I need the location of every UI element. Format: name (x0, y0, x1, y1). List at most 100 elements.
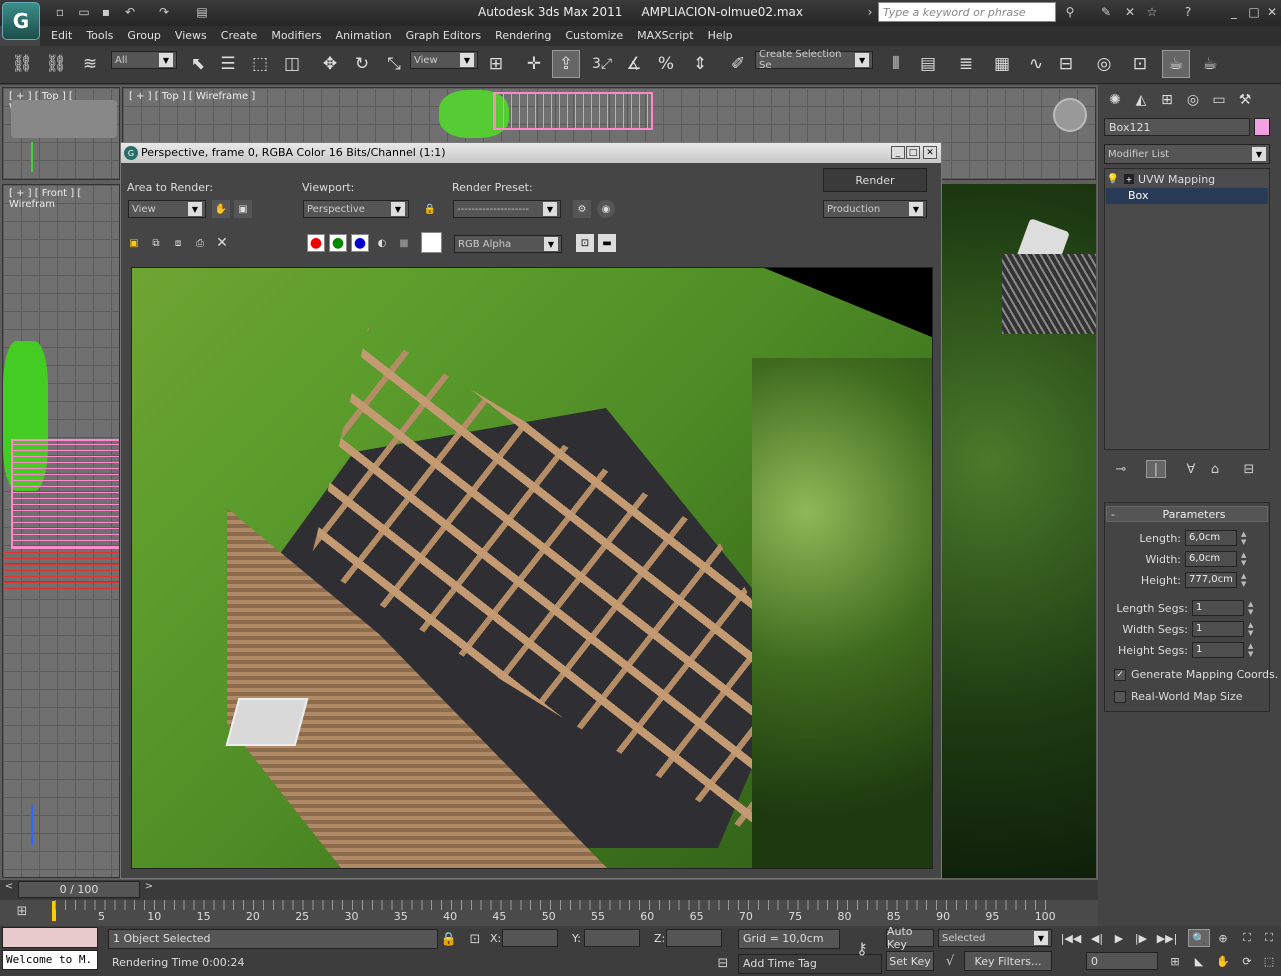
selection-filter-dropdown[interactable]: All ▼ (111, 51, 177, 69)
render-setup-icon[interactable]: ⚙ (573, 200, 591, 218)
utilities-tab-icon[interactable]: ⚒ (1234, 89, 1256, 111)
expand-icon[interactable]: + (1124, 174, 1134, 184)
slider-prev-icon[interactable]: < (2, 881, 16, 897)
set-key-button[interactable]: Set Key (886, 951, 934, 971)
maximize-viewport-icon[interactable]: ⬚ (1258, 952, 1280, 970)
clone-window-icon[interactable]: ⧈ (169, 234, 187, 252)
pin-stack-icon[interactable]: ⊸ (1112, 460, 1130, 478)
menu-tools[interactable]: Tools (79, 27, 120, 45)
rollout-header[interactable]: - Parameters (1106, 506, 1268, 522)
param-width-segs[interactable]: Width Segs: 1 ▲ ▼ (1112, 619, 1281, 639)
rendered-frame-window-icon[interactable]: ☕ (1162, 50, 1190, 78)
key-filters-button[interactable]: Key Filters... (964, 951, 1052, 971)
time-slider-thumb[interactable]: 0 / 100 (18, 881, 140, 898)
schematic-view-icon[interactable]: ⊟ (1052, 50, 1080, 78)
minimize-icon[interactable]: _ (1226, 4, 1242, 20)
field-of-view-icon[interactable]: ◣ (1188, 952, 1210, 970)
graphite-tools-icon[interactable]: ▦ (988, 50, 1016, 78)
environment-icon[interactable]: ◉ (597, 200, 615, 218)
alpha-channel-icon[interactable]: ◐ (373, 234, 391, 252)
menu-customize[interactable]: Customize (558, 27, 630, 45)
select-object-icon[interactable]: ⬉ (184, 50, 212, 78)
lock-icon[interactable]: 🔒 (421, 200, 439, 218)
edit-region-icon[interactable]: ✋ (212, 200, 230, 218)
search-input[interactable]: Type a keyword or phrase (878, 2, 1056, 22)
lightbulb-icon[interactable]: 💡 (1106, 174, 1120, 185)
mirror-icon[interactable]: ⫴ (882, 50, 910, 78)
menu-maxscript[interactable]: MAXScript (630, 27, 700, 45)
param-width[interactable]: Width: 6,0cm ▲ ▼ (1105, 549, 1275, 569)
param-height[interactable]: Height: 777,0cm ▲ ▼ (1105, 570, 1275, 590)
slider-next-icon[interactable]: > (142, 881, 156, 897)
communication-icon[interactable]: ✕ (1122, 4, 1138, 20)
y-coord-field[interactable] (584, 929, 640, 947)
z-coord-field[interactable] (666, 929, 722, 947)
favorites-icon[interactable]: ☆ (1144, 4, 1160, 20)
viewport-label[interactable]: [ + ] [ Top ] [ Wireframe ] (129, 91, 255, 102)
viewport-label[interactable]: [ + ] [ Front ] [ Wirefram (9, 188, 119, 210)
param-height-segs[interactable]: Height Segs: 1 ▲ ▼ (1112, 640, 1281, 660)
select-by-name-icon[interactable]: ☰ (214, 50, 242, 78)
hierarchy-tab-icon[interactable]: ⊞ (1156, 89, 1178, 111)
add-time-tag-icon[interactable]: ⊟ (714, 954, 732, 972)
param-length[interactable]: Length: 6,0cm ▲ ▼ (1105, 528, 1275, 548)
maximize-icon[interactable]: □ (1246, 4, 1262, 20)
menu-rendering[interactable]: Rendering (488, 27, 558, 45)
clear-icon[interactable]: ✕ (213, 234, 231, 252)
toggle-ui-icon[interactable]: ▬ (598, 234, 616, 252)
next-frame-icon[interactable]: |▶ (1130, 929, 1152, 947)
curve-editor-icon[interactable]: ∿ (1022, 50, 1050, 78)
maximize-icon[interactable]: □ (906, 146, 920, 159)
menu-edit[interactable]: Edit (44, 27, 79, 45)
keyboard-shortcut-override-icon[interactable]: ⇪ (552, 50, 580, 78)
monochrome-icon[interactable]: ■ (395, 234, 413, 252)
open-file-icon[interactable]: ▭ (76, 4, 92, 20)
named-selection-dropdown[interactable]: Create Selection Se ▼ (755, 49, 873, 71)
menu-group[interactable]: Group (120, 27, 168, 45)
project-folder-icon[interactable]: ▤ (194, 4, 210, 20)
configure-sets-icon[interactable]: ⊟ (1240, 460, 1258, 478)
red-channel-toggle[interactable]: ● (307, 234, 325, 252)
rotate-icon[interactable]: ↻ (348, 50, 376, 78)
real-world-map-checkbox[interactable] (1114, 691, 1126, 703)
material-editor-icon[interactable]: ◎ (1090, 50, 1118, 78)
modifier-list-dropdown[interactable]: Modifier List ▼ (1104, 144, 1270, 164)
close-icon[interactable]: ✕ (923, 146, 937, 159)
print-icon[interactable]: ⎙ (191, 234, 209, 252)
area-to-render-dropdown[interactable]: View ▼ (128, 200, 206, 218)
save-image-icon[interactable]: ▣ (125, 234, 143, 252)
window-crossing-icon[interactable]: ◫ (278, 50, 306, 78)
green-channel-toggle[interactable]: ● (329, 234, 347, 252)
modify-tab-icon[interactable]: ◭ (1130, 89, 1152, 111)
time-slider[interactable] (0, 880, 1098, 900)
render-button[interactable]: Render (823, 168, 927, 192)
go-to-end-icon[interactable]: ▶▶| (1156, 929, 1178, 947)
viewcube[interactable] (11, 100, 117, 138)
align-icon[interactable]: ▤ (914, 50, 942, 78)
orbit-icon[interactable]: ⟳ (1236, 952, 1258, 970)
select-manipulate-icon[interactable]: ✛ (520, 50, 548, 78)
viewport-perspective[interactable] (942, 184, 1096, 878)
rectangle-selection-icon[interactable]: ⬚ (246, 50, 274, 78)
menu-create[interactable]: Create (214, 27, 265, 45)
spinner-snap-icon[interactable]: ⇕ (686, 50, 714, 78)
zoom-icon[interactable]: 🔍 (1188, 929, 1210, 947)
make-unique-icon[interactable]: ∀ (1182, 460, 1200, 478)
redo-icon[interactable]: ↷ (156, 4, 172, 20)
snap-toggle-icon[interactable]: 3 ⤢ (588, 50, 616, 78)
set-keys-key-icon[interactable]: ⚷ (848, 936, 876, 960)
tools-icon[interactable]: ✎ (1098, 4, 1114, 20)
menu-animation[interactable]: Animation (329, 27, 399, 45)
zoom-all-icon[interactable]: ⊕ (1212, 929, 1234, 947)
show-end-result-icon[interactable]: | (1146, 460, 1166, 478)
minimize-icon[interactable]: _ (891, 146, 905, 159)
absolute-mode-icon[interactable]: ⊡ (466, 930, 484, 948)
play-icon[interactable]: ▶ (1108, 929, 1130, 947)
percent-snap-icon[interactable]: % (652, 50, 680, 78)
display-tab-icon[interactable]: ▭ (1208, 89, 1230, 111)
go-to-start-icon[interactable]: |◀◀ (1060, 929, 1082, 947)
scale-icon[interactable]: ⤡ (380, 50, 408, 78)
toggle-ui-overlay-icon[interactable]: ⊡ (576, 234, 594, 252)
link-icon[interactable]: ⛓ (8, 50, 36, 78)
render-preset-dropdown[interactable]: -------------------- ▼ (453, 200, 561, 218)
